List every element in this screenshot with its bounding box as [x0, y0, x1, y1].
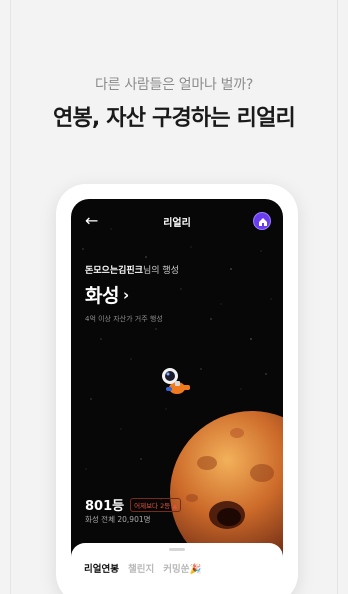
- rank-change-badge: 어제보다 2등 ▲: [130, 498, 182, 512]
- user-name: 돈모으는김핀크: [85, 266, 143, 276]
- rank-value: 801등: [85, 499, 125, 514]
- promo-headline: 연봉, 자산 구경하는 리얼리: [53, 106, 296, 131]
- chevron-right-icon: ›: [122, 286, 129, 304]
- planet-owner-suffix: 님의 행성: [142, 266, 179, 276]
- tab-real-salary[interactable]: 리얼연봉: [84, 561, 119, 575]
- tab-challenge[interactable]: 챌린지: [128, 561, 154, 575]
- rank-row: 801등 어제보다 2등 ▲: [85, 495, 182, 514]
- app-title: 리얼리: [163, 218, 191, 229]
- planet-name: 화성: [85, 285, 119, 307]
- tab-coming-soon[interactable]: 커밍쑨🎉: [163, 561, 201, 575]
- app-top-bar: ← 리얼리: [71, 199, 283, 243]
- planet-owner-label: 돈모으는김핀크님의 행성: [85, 263, 179, 276]
- planet-name-link[interactable]: 화성 ›: [85, 281, 129, 308]
- astronaut-illustration: [162, 368, 190, 394]
- house-avatar-icon[interactable]: [253, 212, 271, 230]
- phone-mockup: ← 리얼리 돈모으는김핀크님의 행성 화성› 4억 이상 자산가 거주 행성: [56, 184, 298, 594]
- planet-population: 화성 전체 20,901명: [85, 515, 151, 524]
- promo-subtitle: 다른 사람들은 얼마나 벌까?: [95, 77, 253, 93]
- bottom-sheet[interactable]: 리얼연봉 챌린지 커밍쑨🎉: [71, 543, 283, 594]
- mars-planet-illustration: [170, 411, 283, 553]
- sheet-drag-handle[interactable]: [169, 548, 185, 551]
- planet-description: 4억 이상 자산가 거주 행성: [85, 315, 163, 323]
- tab-bar: 리얼연봉 챌린지 커밍쑨🎉: [84, 561, 207, 575]
- app-screen: ← 리얼리 돈모으는김핀크님의 행성 화성› 4억 이상 자산가 거주 행성: [71, 199, 283, 594]
